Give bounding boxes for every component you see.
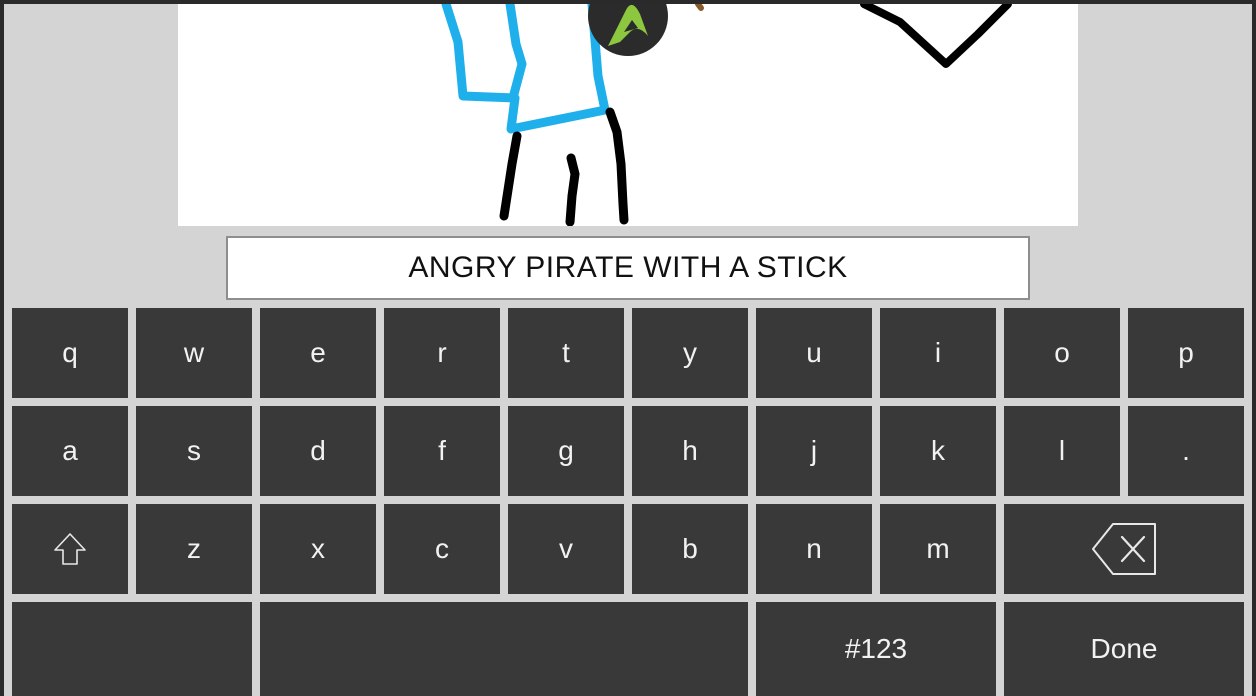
key-o[interactable]: o: [1004, 308, 1120, 398]
key-w[interactable]: w: [136, 308, 252, 398]
key-r[interactable]: r: [384, 308, 500, 398]
key-z[interactable]: z: [136, 504, 252, 594]
app-frame: ANGRY PIRATE WITH A STICK q w e r t y u …: [4, 4, 1252, 696]
key-t[interactable]: t: [508, 308, 624, 398]
key-j[interactable]: j: [756, 406, 872, 496]
key-u[interactable]: u: [756, 308, 872, 398]
space-key[interactable]: [260, 602, 748, 696]
backspace-key[interactable]: [1004, 504, 1244, 594]
key-b[interactable]: b: [632, 504, 748, 594]
shift-arrow-icon: [54, 533, 86, 565]
key-x[interactable]: x: [260, 504, 376, 594]
key-v[interactable]: v: [508, 504, 624, 594]
key-l[interactable]: l: [1004, 406, 1120, 496]
guess-input[interactable]: ANGRY PIRATE WITH A STICK: [226, 236, 1030, 300]
done-button[interactable]: Done: [1004, 602, 1244, 696]
key-d[interactable]: d: [260, 406, 376, 496]
key-f[interactable]: f: [384, 406, 500, 496]
key-h[interactable]: h: [632, 406, 748, 496]
key-e[interactable]: e: [260, 308, 376, 398]
backspace-icon: [1092, 523, 1156, 575]
key-g[interactable]: g: [508, 406, 624, 496]
key-c[interactable]: c: [384, 504, 500, 594]
key-i[interactable]: i: [880, 308, 996, 398]
key-a[interactable]: a: [12, 406, 128, 496]
key-k[interactable]: k: [880, 406, 996, 496]
key-s[interactable]: s: [136, 406, 252, 496]
key-p[interactable]: p: [1128, 308, 1244, 398]
shift-key[interactable]: [12, 504, 128, 594]
key-period[interactable]: .: [1128, 406, 1244, 496]
key-n[interactable]: n: [756, 504, 872, 594]
key-y[interactable]: y: [632, 308, 748, 398]
app-logo-icon: [588, 4, 668, 56]
numbers-key[interactable]: #123: [756, 602, 996, 696]
key-q[interactable]: q: [12, 308, 128, 398]
key-m[interactable]: m: [880, 504, 996, 594]
blank-key[interactable]: [12, 602, 252, 696]
